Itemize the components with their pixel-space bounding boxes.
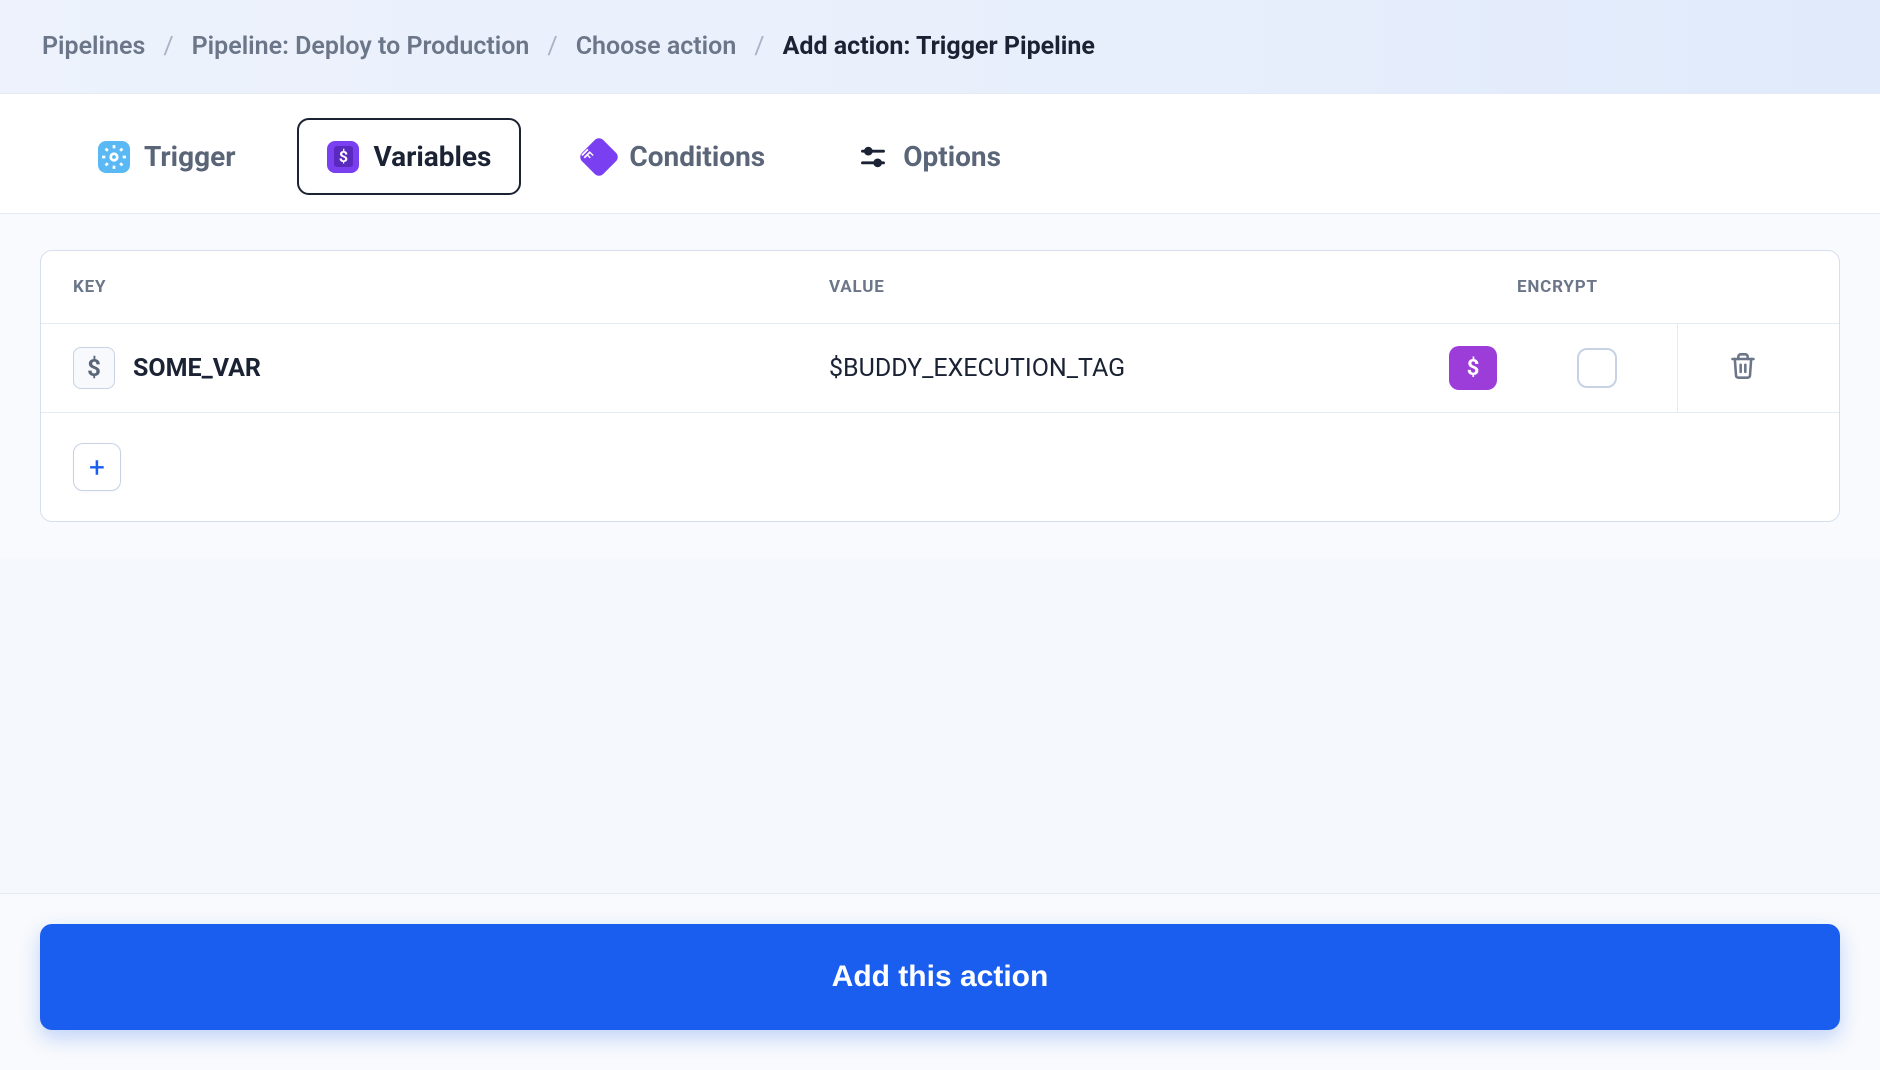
trash-icon[interactable] — [1729, 352, 1757, 384]
tab-label: Trigger — [144, 140, 235, 173]
value-cell[interactable]: $BUDDY_EXECUTION_TAG $ — [829, 346, 1517, 390]
breadcrumb-pipeline-deploy[interactable]: Pipeline: Deploy to Production — [192, 32, 530, 61]
dollar-icon: $ — [327, 141, 359, 173]
tab-trigger[interactable]: Trigger — [68, 118, 265, 195]
column-header-value: VALUE — [829, 277, 1517, 297]
table-row: $ SOME_VAR $BUDDY_EXECUTION_TAG $ — [41, 324, 1839, 413]
breadcrumb: Pipelines / Pipeline: Deploy to Producti… — [42, 32, 1838, 61]
encrypt-cell — [1517, 348, 1677, 388]
breadcrumb-separator: / — [163, 32, 173, 61]
gear-icon — [98, 141, 130, 173]
breadcrumb-current: Add action: Trigger Pipeline — [783, 32, 1095, 61]
column-header-delete — [1677, 277, 1807, 297]
tab-options[interactable]: Options — [827, 118, 1031, 195]
variable-value: $BUDDY_EXECUTION_TAG — [829, 354, 1431, 383]
if-icon: IF — [583, 141, 615, 173]
breadcrumb-choose-action[interactable]: Choose action — [576, 32, 737, 61]
column-header-encrypt: ENCRYPT — [1517, 277, 1677, 297]
variable-picker-button[interactable]: $ — [1449, 346, 1497, 390]
tab-label: Conditions — [629, 140, 765, 173]
table-header: KEY VALUE ENCRYPT — [41, 251, 1839, 324]
dollar-icon: $ — [73, 347, 115, 389]
breadcrumb-separator: / — [547, 32, 557, 61]
encrypt-checkbox[interactable] — [1577, 348, 1617, 388]
variables-table: KEY VALUE ENCRYPT $ SOME_VAR $BUDDY_EXEC… — [40, 250, 1840, 522]
column-header-key: KEY — [73, 277, 829, 297]
sliders-icon — [857, 141, 889, 173]
tab-label: Options — [903, 140, 1001, 173]
delete-cell — [1677, 324, 1807, 412]
table-footer: + — [41, 413, 1839, 521]
tab-label: Variables — [373, 140, 491, 173]
add-action-button[interactable]: Add this action — [40, 924, 1840, 1030]
plus-icon: + — [89, 451, 105, 484]
add-variable-button[interactable]: + — [73, 443, 121, 491]
breadcrumb-pipelines[interactable]: Pipelines — [42, 32, 145, 61]
variable-key: SOME_VAR — [133, 354, 261, 383]
breadcrumb-separator: / — [754, 32, 764, 61]
key-cell[interactable]: $ SOME_VAR — [73, 347, 829, 389]
breadcrumb-bar: Pipelines / Pipeline: Deploy to Producti… — [0, 0, 1880, 94]
content-area: KEY VALUE ENCRYPT $ SOME_VAR $BUDDY_EXEC… — [0, 214, 1880, 558]
tab-bar: Trigger $ Variables IF Conditions — [0, 94, 1880, 214]
tab-conditions[interactable]: IF Conditions — [553, 118, 795, 195]
footer: Add this action — [0, 893, 1880, 1070]
tab-variables[interactable]: $ Variables — [297, 118, 521, 195]
